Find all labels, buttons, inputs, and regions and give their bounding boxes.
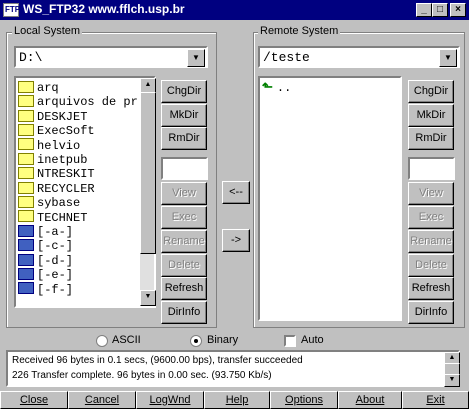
local-rmdir-button[interactable]: RmDir [161, 127, 207, 150]
remote-path-combo[interactable]: /teste ▼ [258, 46, 460, 68]
local-file-list[interactable]: arq arquivos de pr DESKJET ExecSoft helvio in… [14, 76, 156, 308]
local-item-name: [-d-] [37, 253, 74, 268]
about-button[interactable]: About [338, 391, 402, 409]
remote-delete-button[interactable]: Delete [408, 254, 454, 277]
local-chgdir-button[interactable]: ChgDir [161, 80, 207, 103]
drive-icon [18, 239, 34, 252]
local-filter-input[interactable] [161, 157, 208, 180]
local-refresh-button[interactable]: Refresh [161, 277, 207, 300]
scroll-thumb[interactable] [140, 92, 156, 254]
log-scrollbar[interactable]: ▲ ▼ [444, 352, 460, 387]
folder-icon [18, 167, 34, 180]
local-item-name: ExecSoft [37, 124, 95, 139]
folder-icon [18, 181, 34, 194]
local-item-name: inetpub [37, 153, 88, 167]
remote-system-label: Remote System [258, 25, 341, 38]
exit-button[interactable]: Exit [402, 391, 469, 409]
local-scrollbar[interactable]: ▲ ▼ [140, 78, 156, 306]
minimize-button[interactable]: _ [416, 3, 432, 17]
local-exec-button[interactable]: Exec [161, 206, 207, 229]
transfer-to-remote-button[interactable]: -> [222, 229, 250, 252]
radio-selected-dot [194, 339, 198, 343]
drive-icon [18, 268, 34, 281]
folder-icon [18, 80, 34, 93]
local-item-name: TECHNET [37, 210, 88, 225]
local-system-label: Local System [12, 25, 83, 38]
folder-icon [18, 109, 34, 122]
options-button[interactable]: Options [270, 391, 338, 409]
local-view-button[interactable]: View [161, 182, 207, 205]
local-item-name: arquivos de pr [37, 95, 138, 110]
local-item-name: DESKJET [37, 109, 88, 124]
drive-icon [18, 282, 34, 295]
remote-rmdir-button[interactable]: RmDir [408, 127, 454, 150]
remote-mkdir-button[interactable]: MkDir [408, 104, 454, 127]
remote-view-button[interactable]: View [408, 182, 454, 205]
parent-dir-icon: ⬑ [262, 80, 273, 95]
ftp-app-icon: FTP [3, 3, 20, 17]
local-item-name: sybase [37, 196, 81, 211]
auto-label: Auto [301, 334, 324, 346]
local-item-name: helvio [37, 138, 81, 153]
log-line: Received 96 bytes in 0.1 secs, (9600.00 … [12, 355, 303, 366]
transfer-to-local-button[interactable]: <-- [222, 181, 250, 204]
local-item-name: RECYCLER [37, 181, 95, 196]
maximize-button[interactable]: □ [432, 3, 448, 17]
drive-icon [18, 224, 34, 237]
local-list-item[interactable]: [-f-] [18, 282, 73, 298]
local-item-name: [-a-] [37, 225, 74, 239]
remote-refresh-button[interactable]: Refresh [408, 277, 454, 300]
local-path-combo[interactable]: D:\ ▼ [14, 46, 208, 68]
window-title: WS_FTP32 www.fflch.usp.br [23, 2, 185, 16]
local-dirinfo-button[interactable]: DirInfo [161, 301, 207, 324]
local-item-name: arq [37, 81, 59, 95]
local-item-name: NTRESKIT [37, 167, 95, 182]
folder-icon [18, 95, 34, 108]
remote-exec-button[interactable]: Exec [408, 206, 454, 229]
remote-chgdir-button[interactable]: ChgDir [408, 80, 454, 103]
cancel-button[interactable]: Cancel [68, 391, 136, 409]
log-line: 226 Transfer complete. 96 bytes in 0.00 … [12, 370, 272, 381]
local-item-name: [-f-] [37, 282, 74, 297]
local-delete-button[interactable]: Delete [161, 254, 207, 277]
folder-icon [18, 152, 34, 165]
close-window-button[interactable]: × [450, 3, 466, 17]
ascii-label: ASCII [112, 334, 141, 346]
drive-icon [18, 253, 34, 266]
folder-icon [18, 210, 34, 223]
chevron-down-icon[interactable]: ▼ [439, 49, 457, 67]
remote-path-value: /teste [263, 50, 310, 65]
folder-icon [18, 196, 34, 209]
remote-dirinfo-button[interactable]: DirInfo [408, 301, 454, 324]
remote-rename-button[interactable]: Rename [408, 230, 454, 253]
log-window[interactable]: Received 96 bytes in 0.1 secs, (9600.00 … [6, 350, 460, 387]
ascii-radio[interactable] [96, 335, 108, 347]
local-item-name: [-e-] [37, 268, 74, 283]
title-bar[interactable]: FTP WS_FTP32 www.fflch.usp.br _ □ × [0, 0, 469, 20]
scroll-down-arrow-icon[interactable]: ▼ [444, 374, 460, 387]
remote-list-item[interactable]: ⬑.. [262, 80, 291, 96]
local-mkdir-button[interactable]: MkDir [161, 104, 207, 127]
binary-radio[interactable] [190, 335, 202, 347]
folder-icon [18, 138, 34, 151]
remote-item-name: .. [276, 81, 292, 95]
auto-checkbox[interactable] [284, 335, 296, 347]
folder-icon [18, 124, 34, 137]
scroll-down-arrow-icon[interactable]: ▼ [140, 290, 156, 306]
help-button[interactable]: Help [204, 391, 270, 409]
local-rename-button[interactable]: Rename [161, 230, 207, 253]
close-button[interactable]: Close [0, 391, 68, 409]
remote-filter-input[interactable] [408, 157, 455, 180]
local-item-name: [-c-] [37, 239, 74, 254]
local-path-value: D:\ [19, 50, 43, 65]
remote-file-list[interactable]: ⬑.. [258, 76, 402, 321]
chevron-down-icon[interactable]: ▼ [187, 49, 205, 67]
binary-label: Binary [207, 334, 239, 346]
logwnd-button[interactable]: LogWnd [136, 391, 204, 409]
